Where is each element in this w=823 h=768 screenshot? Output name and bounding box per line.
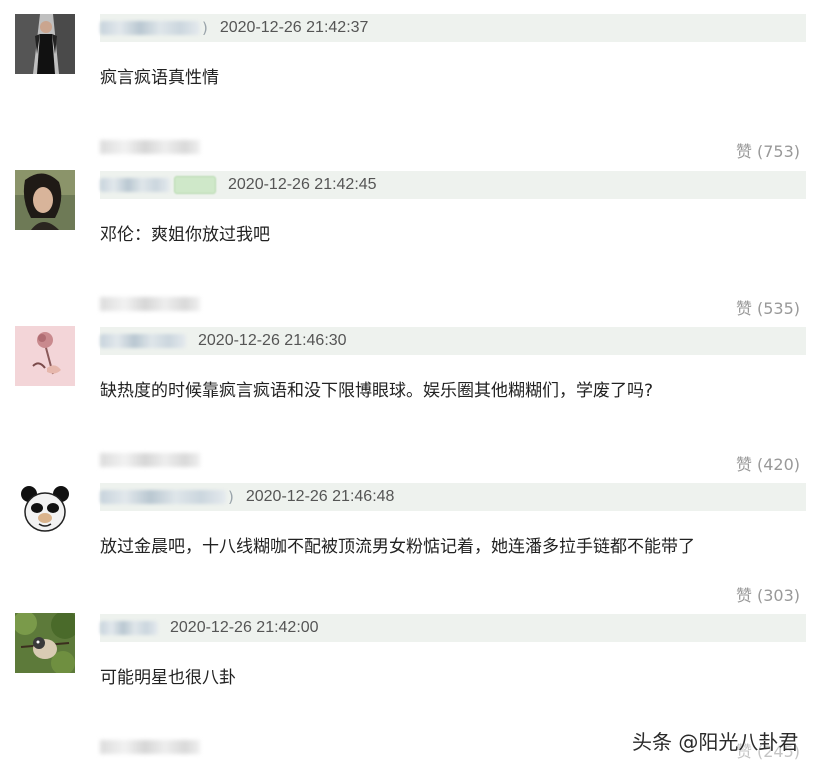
username-paren: ) (228, 488, 234, 506)
like-count: (303) (756, 586, 800, 605)
reply-preview-blurred (100, 740, 200, 754)
like-button[interactable]: 赞 (753) (736, 138, 800, 162)
user-badge-blurred (174, 176, 216, 194)
comment-text: 放过金晨吧，十八线糊咖不配被顶流男女粉惦记着，她连潘多拉手链都不能带了 (100, 537, 695, 557)
user-avatar[interactable] (15, 326, 75, 386)
reply-preview-blurred (100, 453, 200, 467)
username-blurred[interactable] (100, 621, 158, 635)
comment-time: 2020-12-26 21:46:48 (245, 488, 395, 505)
avatar-image-icon (15, 480, 75, 540)
like-button[interactable]: 赞 (535) (736, 295, 800, 319)
username-blurred[interactable] (100, 334, 186, 348)
comment-text: 邓伦：爽姐你放过我吧 (100, 225, 270, 245)
comment-meta-bar: 2020-12-26 21:42:00 (100, 614, 806, 642)
like-count: (420) (756, 455, 800, 474)
like-count: (535) (756, 299, 800, 318)
comment-text: 疯言疯语真性情 (100, 68, 219, 88)
username-blurred[interactable] (100, 490, 226, 504)
reply-preview-blurred (100, 297, 200, 311)
like-count: (753) (756, 142, 800, 161)
comment-text: 可能明星也很八卦 (100, 668, 236, 688)
like-label: 赞 (735, 455, 752, 474)
user-avatar[interactable] (15, 613, 75, 673)
comment-meta-bar: 2020-12-26 21:42:45 (100, 171, 806, 199)
reply-preview-blurred (100, 140, 200, 154)
username-paren: ) (202, 19, 208, 37)
avatar-image-icon (15, 326, 75, 386)
like-label: 赞 (735, 299, 752, 318)
comment-time: 2020-12-26 21:42:45 (228, 176, 377, 193)
like-label: 赞 (735, 142, 752, 161)
avatar-image-icon (15, 170, 75, 230)
user-avatar[interactable] (15, 480, 75, 540)
username-blurred[interactable] (100, 178, 170, 192)
comment-time: 2020-12-26 21:42:37 (219, 19, 369, 36)
avatar-image-icon (15, 14, 75, 74)
comment-time: 2020-12-26 21:42:00 (170, 619, 319, 636)
comment-text: 缺热度的时候靠疯言疯语和没下限博眼球。娱乐圈其他糊糊们，学废了吗? (100, 381, 654, 401)
like-label: 赞 (735, 586, 752, 605)
comment-time: 2020-12-26 21:46:30 (198, 332, 347, 349)
comment-meta-bar: 2020-12-26 21:46:30 (100, 327, 806, 355)
comment-meta-bar: ) 2020-12-26 21:42:37 (100, 14, 806, 42)
user-avatar[interactable] (15, 170, 75, 230)
user-avatar[interactable] (15, 14, 75, 74)
watermark: 头条 @阳光八卦君 (632, 730, 799, 754)
username-blurred[interactable] (100, 21, 200, 35)
avatar-image-icon (15, 613, 75, 673)
like-button[interactable]: 赞 (303) (736, 582, 800, 606)
comment-meta-bar: ) 2020-12-26 21:46:48 (100, 483, 806, 511)
like-button[interactable]: 赞 (420) (736, 451, 800, 475)
